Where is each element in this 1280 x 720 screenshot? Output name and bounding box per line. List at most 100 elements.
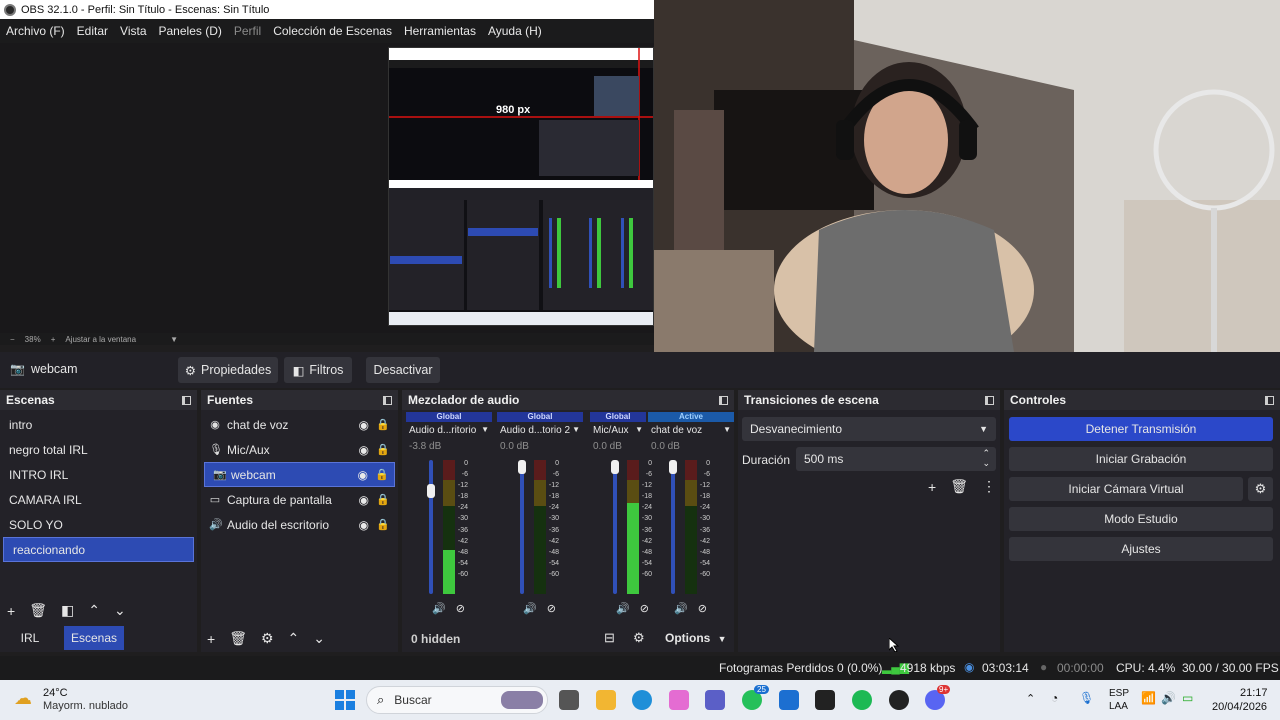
channel-name[interactable]: chat de voz ▼ <box>648 425 734 436</box>
menu-editar[interactable]: Editar <box>71 24 114 38</box>
zoom-dropdown-icon[interactable]: ▼ <box>170 335 178 344</box>
chevron-down-icon[interactable]: ▼ <box>723 425 731 436</box>
eye-icon[interactable]: ◉ <box>359 493 369 507</box>
move-up-icon[interactable]: ⌃ <box>288 630 300 647</box>
properties-button[interactable]: ⚙ Propiedades <box>178 357 278 383</box>
more-vertical-icon[interactable]: ⋮ <box>982 478 996 495</box>
speaker-icon[interactable]: 🔊 <box>674 602 688 615</box>
volume-fader[interactable] <box>669 460 677 594</box>
wifi-icon[interactable]: 📶 <box>1141 691 1156 705</box>
tab-irl[interactable]: IRL <box>8 626 52 650</box>
volume-icon[interactable]: 🔊 <box>1161 691 1176 705</box>
trash-icon[interactable]: 🗑 <box>29 602 47 619</box>
move-up-icon[interactable]: ⌃ <box>88 602 100 619</box>
fader-handle[interactable] <box>427 484 435 498</box>
weather-icon[interactable]: ☁ <box>14 688 32 709</box>
lock-icon[interactable]: 🔒 <box>375 468 389 481</box>
file-explorer-icon[interactable] <box>596 690 616 710</box>
move-down-icon[interactable]: ⌄ <box>313 630 325 647</box>
tray-app-icon[interactable]: ◔ <box>1051 691 1058 705</box>
clock-date[interactable]: 20/04/2026 <box>1212 701 1267 713</box>
menu-perfil[interactable]: Perfil <box>228 24 267 38</box>
chevron-down-icon[interactable]: ▼ <box>481 425 489 436</box>
menu-paneles[interactable]: Paneles (D) <box>153 24 228 38</box>
scene-item[interactable]: INTRO IRL <box>0 462 197 487</box>
battery-icon[interactable]: ▭ <box>1182 691 1193 705</box>
chevron-down-icon[interactable]: ▼ <box>572 425 580 436</box>
monitor-audio-icon[interactable]: ⊘ <box>547 602 556 615</box>
source-item[interactable]: ◉ chat de voz ◉ 🔒 <box>201 412 398 437</box>
menu-archivo[interactable]: Archivo (F) <box>0 24 71 38</box>
lock-icon[interactable]: 🔒 <box>376 418 390 431</box>
lock-icon[interactable]: 🔒 <box>376 518 390 531</box>
fader-handle[interactable] <box>518 460 526 474</box>
spin-arrows-icon[interactable]: ⌃ ⌄ <box>982 448 990 468</box>
settings-button[interactable]: Ajustes <box>1009 537 1273 561</box>
menu-vista[interactable]: Vista <box>114 24 152 38</box>
speaker-icon[interactable]: 🔊 <box>616 602 630 615</box>
scene-item-selected[interactable]: reaccionando <box>3 537 194 562</box>
language-code[interactable]: ESP <box>1109 688 1129 699</box>
transition-select[interactable]: Desvanecimiento ▼ <box>742 417 996 441</box>
mixer-layout-icon[interactable]: ⊟ <box>604 630 615 646</box>
menu-herramientas[interactable]: Herramientas <box>398 24 482 38</box>
channel-name[interactable]: Audio d...torio 2 ▼ <box>497 425 583 436</box>
dropbox-icon[interactable] <box>815 690 835 710</box>
start-recording-button[interactable]: Iniciar Grabación <box>1009 447 1273 471</box>
channel-name[interactable]: Audio d...ritorio ▼ <box>406 425 492 436</box>
mixer-settings-icon[interactable]: ⚙ <box>633 630 645 646</box>
undock-icon[interactable] <box>719 395 728 405</box>
speaker-icon[interactable]: 🔊 <box>432 602 446 615</box>
add-scene-icon[interactable]: + <box>7 603 15 619</box>
tray-chevron-icon[interactable]: ⌃ <box>1026 692 1035 705</box>
channel-name[interactable]: Mic/Aux ▼ <box>590 425 646 436</box>
microphone-tray-icon[interactable]: 🎙 <box>1079 691 1094 705</box>
add-source-icon[interactable]: + <box>207 631 215 647</box>
copilot-icon[interactable] <box>669 690 689 710</box>
gear-icon[interactable]: ⚙ <box>261 630 274 647</box>
lock-icon[interactable]: 🔒 <box>376 493 390 506</box>
chevron-down-icon[interactable]: ▼ <box>635 425 643 436</box>
source-item[interactable]: 🎙 Mic/Aux ◉ 🔒 <box>201 437 398 462</box>
volume-fader[interactable] <box>518 460 526 594</box>
windows-start-icon[interactable] <box>334 689 356 711</box>
source-item[interactable]: ▭ Captura de pantalla ◉ 🔒 <box>201 487 398 512</box>
edge-icon[interactable] <box>632 690 652 710</box>
menu-ayuda[interactable]: Ayuda (H) <box>482 24 548 38</box>
fader-handle[interactable] <box>611 460 619 474</box>
search-box[interactable]: ⌕ Buscar <box>366 686 548 714</box>
keyboard-layout[interactable]: LAA <box>1109 701 1128 712</box>
store-icon[interactable] <box>779 690 799 710</box>
undock-icon[interactable] <box>1265 395 1274 405</box>
duration-spinbox[interactable]: 500 ms ⌃ ⌄ <box>796 447 996 471</box>
lock-icon[interactable]: 🔒 <box>376 443 390 456</box>
volume-fader[interactable] <box>611 460 619 594</box>
menu-coleccion-escenas[interactable]: Colección de Escenas <box>267 24 398 38</box>
scene-item[interactable]: CAMARA IRL <box>0 487 197 512</box>
monitor-audio-icon[interactable]: ⊘ <box>698 602 707 615</box>
add-transition-icon[interactable]: + <box>928 479 936 495</box>
scene-item[interactable]: SOLO YO <box>0 512 197 537</box>
fader-handle[interactable] <box>669 460 677 474</box>
monitor-audio-icon[interactable]: ⊘ <box>456 602 465 615</box>
trash-icon[interactable]: 🗑 <box>229 630 247 647</box>
source-item[interactable]: 🔊 Audio del escritorio ◉ 🔒 <box>201 512 398 537</box>
studio-mode-button[interactable]: Modo Estudio <box>1009 507 1273 531</box>
eye-icon[interactable]: ◉ <box>359 418 369 432</box>
zoom-in-button[interactable]: + <box>51 335 56 344</box>
tab-escenas[interactable]: Escenas <box>64 626 124 650</box>
teams-icon[interactable] <box>705 690 725 710</box>
scene-item[interactable]: negro total IRL <box>0 437 197 462</box>
deactivate-button[interactable]: Desactivar <box>366 357 440 383</box>
move-down-icon[interactable]: ⌄ <box>114 602 126 619</box>
filter-icon[interactable]: ◧ <box>61 602 74 619</box>
trash-icon[interactable]: 🗑 <box>950 478 968 495</box>
eye-icon[interactable]: ◉ <box>358 468 368 482</box>
spotify-icon[interactable] <box>852 690 872 710</box>
undock-icon[interactable] <box>985 395 994 405</box>
task-view-icon[interactable] <box>559 690 579 710</box>
volume-fader[interactable] <box>427 460 435 594</box>
eye-icon[interactable]: ◉ <box>359 443 369 457</box>
speaker-icon[interactable]: 🔊 <box>523 602 537 615</box>
clock-time[interactable]: 21:17 <box>1240 687 1268 699</box>
